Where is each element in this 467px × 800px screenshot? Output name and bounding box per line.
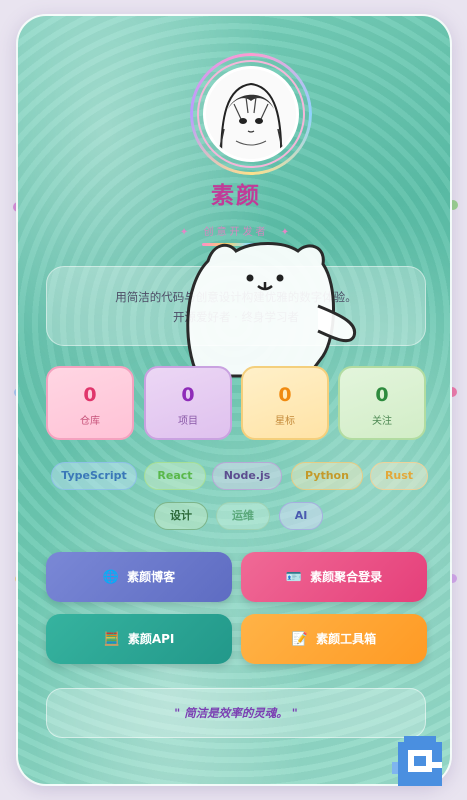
tag-ops[interactable]: 运维 <box>216 502 270 530</box>
avatar-container <box>190 53 312 175</box>
tag-typescript[interactable]: TypeScript <box>51 462 137 490</box>
tools-button[interactable]: 📝 素颜工具箱 <box>241 614 427 664</box>
profile-name: 素颜 <box>211 183 261 209</box>
stat-projects[interactable]: 0 项目 <box>144 366 232 440</box>
stat-value: 0 <box>278 384 292 406</box>
login-button-label: 素颜聚合登录 <box>310 570 383 584</box>
stat-label: 仓库 <box>80 416 100 427</box>
memo-icon: 📝 <box>291 632 309 647</box>
tag-react[interactable]: React <box>144 462 206 490</box>
quote-box: " 简洁是效率的灵魂。 " <box>46 688 426 738</box>
login-button[interactable]: 🪪 素颜聚合登录 <box>241 552 427 602</box>
stat-value: 0 <box>181 384 195 406</box>
id-card-icon: 🪪 <box>285 570 303 585</box>
stats-row: 0 仓库 0 项目 0 星标 0 关注 <box>46 366 426 440</box>
stat-label: 星标 <box>275 416 295 427</box>
api-button[interactable]: 🧮 素颜API <box>46 614 232 664</box>
stat-following[interactable]: 0 关注 <box>338 366 426 440</box>
api-button-label: 素颜API <box>127 632 175 646</box>
stat-label: 关注 <box>372 416 392 427</box>
tag-ai[interactable]: AI <box>279 502 323 530</box>
avatar[interactable] <box>203 66 299 162</box>
blog-button-label: 素颜博客 <box>127 570 176 584</box>
stat-value: 0 <box>83 384 97 406</box>
profile-card: 素颜 ✦ 创意开发者 ✦ 用简洁的代码与创意设计构建优雅的数字体验。 开源爱好者… <box>16 14 452 786</box>
stat-value: 0 <box>375 384 389 406</box>
tag-rust[interactable]: Rust <box>370 462 428 490</box>
tools-button-label: 素颜工具箱 <box>316 632 377 646</box>
tag-nodejs[interactable]: Node.js <box>212 462 282 490</box>
tag-python[interactable]: Python <box>291 462 363 490</box>
stat-label: 项目 <box>178 416 198 427</box>
calculator-icon: 🧮 <box>103 632 120 647</box>
stat-stars[interactable]: 0 星标 <box>241 366 329 440</box>
bear-mascot <box>186 242 357 378</box>
blog-button[interactable]: 🌐 素颜博客 <box>46 552 232 602</box>
pixel-logo-icon[interactable] <box>384 722 454 792</box>
tag-design[interactable]: 设计 <box>154 502 208 530</box>
globe-icon: 🌐 <box>102 570 120 585</box>
stat-repos[interactable]: 0 仓库 <box>46 366 134 440</box>
